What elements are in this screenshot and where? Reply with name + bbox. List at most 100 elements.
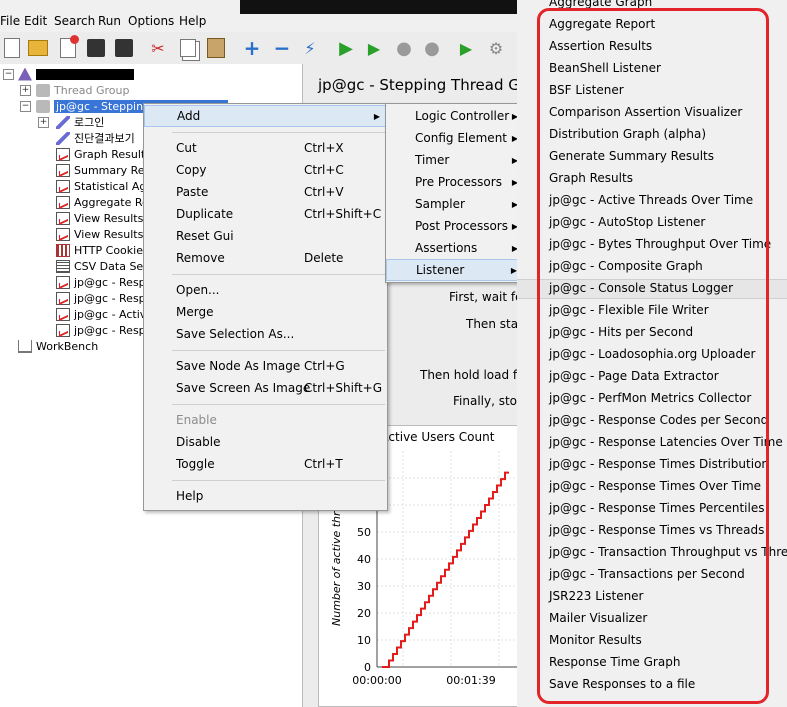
tree-node-child[interactable]: jp@gc - Resp	[56, 290, 146, 306]
tree-node-child[interactable]: View Results	[56, 210, 143, 226]
save-as-icon[interactable]	[112, 36, 136, 60]
menu-item-label: Copy	[176, 163, 207, 177]
title-bar-strip	[240, 0, 520, 14]
menu-help[interactable]: Help	[179, 14, 206, 28]
menu-item-toggle[interactable]: Toggle Ctrl+T	[144, 453, 387, 475]
cut-icon[interactable]: ✂	[146, 36, 170, 60]
submenu-arrow-icon: ▶	[373, 111, 380, 121]
tree-node-child[interactable]: Summary Rep	[56, 162, 152, 178]
tree-expander[interactable]: −	[20, 101, 31, 112]
add-submenu-item-label: Logic Controller	[415, 109, 510, 123]
param-label-start: Then sta	[466, 317, 519, 331]
thread-group-icon	[36, 99, 50, 113]
tree-node-child[interactable]: Graph Results	[56, 146, 151, 162]
wrench-icon	[56, 131, 70, 145]
tree-expander[interactable]: −	[3, 69, 14, 80]
tree-node-test-plan[interactable]	[18, 66, 134, 82]
graph-icon	[56, 147, 70, 161]
highlight-frame	[537, 8, 769, 704]
tree-node-workbench[interactable]: WorkBench	[18, 338, 98, 354]
tree-node-thread-group[interactable]: Thread Group	[36, 82, 129, 98]
menu-item-disable[interactable]: Disable	[144, 431, 387, 453]
menu-item-cut[interactable]: Cut Ctrl+X	[144, 137, 387, 159]
menu-item-shortcut: Delete	[304, 251, 344, 265]
menu-item-label: Toggle	[176, 457, 215, 471]
csv-icon	[56, 259, 70, 273]
cookie-icon	[56, 243, 70, 257]
tree-node-child[interactable]: View Results	[56, 226, 143, 242]
tree-expander[interactable]: +	[38, 117, 49, 128]
tree-node-child[interactable]: Aggregate Re	[56, 194, 149, 210]
menu-item-copy[interactable]: Copy Ctrl+C	[144, 159, 387, 181]
tree-expander[interactable]: +	[20, 85, 31, 96]
y-tick-label: 0	[364, 661, 371, 674]
collapse-icon[interactable]: −	[270, 36, 294, 60]
menu-item-label: Disable	[176, 435, 221, 449]
menu-item-shortcut: Ctrl+X	[304, 141, 344, 155]
add-submenu-item-timer[interactable]: Timer ▶	[386, 149, 518, 171]
param-label-finally: Finally, sto	[453, 394, 518, 408]
menu-item-save-screen-as-image[interactable]: Save Screen As Image Ctrl+Shift+G	[144, 377, 387, 399]
tree-node-child[interactable]: 진단결과보기	[56, 130, 135, 146]
add-submenu-item-logic-controller[interactable]: Logic Controller ▶	[386, 105, 518, 127]
start-no-pause-icon[interactable]: ▶	[362, 36, 386, 60]
paste-icon[interactable]	[204, 36, 228, 60]
open-folder-icon[interactable]	[26, 36, 50, 60]
menu-run[interactable]: Run	[98, 14, 121, 28]
menu-item-save-node-as-image[interactable]: Save Node As Image Ctrl+G	[144, 355, 387, 377]
add-submenu-item-label: Timer	[415, 153, 450, 167]
menu-separator	[172, 350, 385, 351]
tree-node-child[interactable]: Statistical Agg	[56, 178, 153, 194]
menu-item-shortcut: Ctrl+V	[304, 185, 344, 199]
expand-icon[interactable]: +	[240, 36, 264, 60]
menu-item-enable: Enable	[144, 409, 387, 431]
remote-stop-icon[interactable]: ⚙	[484, 36, 508, 60]
tree-node-child[interactable]: jp@gc - Activ	[56, 306, 146, 322]
add-submenu-item-sampler[interactable]: Sampler ▶	[386, 193, 518, 215]
copy-icon[interactable]	[176, 36, 200, 60]
menu-item-paste[interactable]: Paste Ctrl+V	[144, 181, 387, 203]
menu-edit[interactable]: Edit	[24, 14, 47, 28]
param-label-hold: Then hold load fo	[420, 368, 525, 382]
y-tick-label: 40	[357, 553, 371, 566]
new-icon[interactable]	[0, 36, 24, 60]
menu-item-help[interactable]: Help	[144, 485, 387, 507]
add-submenu-item-listener[interactable]: Listener ▶	[386, 259, 518, 281]
menu-item-duplicate[interactable]: Duplicate Ctrl+Shift+C	[144, 203, 387, 225]
x-tick-label: 00:00:00	[352, 674, 401, 687]
graph-icon	[56, 291, 70, 305]
tree-node-child[interactable]: jp@gc - Resp	[56, 322, 146, 338]
tree-node-child[interactable]: jp@gc - Resp	[56, 274, 146, 290]
menu-separator	[172, 404, 385, 405]
start-icon[interactable]: ▶	[334, 36, 358, 60]
close-icon[interactable]	[56, 35, 80, 60]
tree-node-child[interactable]: HTTP Cookie M	[56, 242, 156, 258]
tree-node-child[interactable]: 로그인	[56, 114, 104, 130]
graph-icon	[56, 211, 70, 225]
stop-icon[interactable]: ●	[392, 36, 416, 60]
menu-item-shortcut: Ctrl+G	[304, 359, 345, 373]
add-submenu-item-pre-processors[interactable]: Pre Processors ▶	[386, 171, 518, 193]
shutdown-icon[interactable]: ●	[420, 36, 444, 60]
menu-options[interactable]: Options	[128, 14, 174, 28]
menu-item-label: Reset Gui	[176, 229, 234, 243]
menu-item-reset-gui[interactable]: Reset Gui	[144, 225, 387, 247]
add-submenu-item-label: Sampler	[415, 197, 465, 211]
remote-start-icon[interactable]: ▶	[454, 36, 478, 60]
add-submenu-item-post-processors[interactable]: Post Processors ▶	[386, 215, 518, 237]
menu-item-save-selection-as[interactable]: Save Selection As...	[144, 323, 387, 345]
workbench-icon	[18, 339, 32, 353]
menu-item-open[interactable]: Open...	[144, 279, 387, 301]
menu-item-add[interactable]: Add ▶	[144, 105, 387, 127]
add-submenu-item-assertions[interactable]: Assertions ▶	[386, 237, 518, 259]
wrench-icon	[56, 115, 70, 129]
toggle-icon[interactable]: ⚡	[298, 36, 322, 60]
menu-search[interactable]: Search	[54, 14, 95, 28]
menu-file[interactable]: File	[0, 14, 20, 28]
add-submenu-item-config-element[interactable]: Config Element ▶	[386, 127, 518, 149]
menu-item-remove[interactable]: Remove Delete	[144, 247, 387, 269]
save-icon[interactable]	[84, 36, 108, 60]
menu-item-shortcut: Ctrl+Shift+G	[304, 381, 383, 395]
menu-item-merge[interactable]: Merge	[144, 301, 387, 323]
tree-node-child[interactable]: CSV Data Set	[56, 258, 148, 274]
